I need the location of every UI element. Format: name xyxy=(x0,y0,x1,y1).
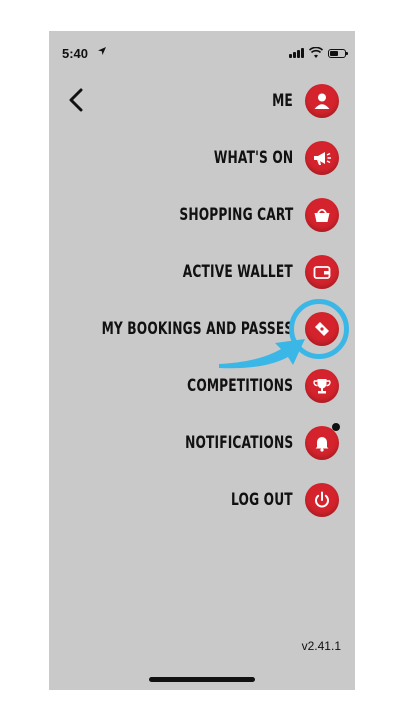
menu-item-notifications[interactable]: NOTIFICATIONS xyxy=(143,423,355,463)
menu-item-label: COMPETITIONS xyxy=(187,376,293,396)
menu-item-label: ACTIVE WALLET xyxy=(182,262,293,282)
cellular-signal-icon xyxy=(289,48,305,58)
basket-icon xyxy=(305,198,339,232)
pointer-arrow-icon xyxy=(219,339,305,369)
trophy-icon xyxy=(305,369,339,403)
menu-item-shopping-cart[interactable]: SHOPPING CART xyxy=(135,195,355,235)
megaphone-icon xyxy=(305,141,339,175)
phone-screen: 5:40 ME WHAT'S ON SHOPPING CART ACTIVE W… xyxy=(49,31,355,690)
location-arrow-icon xyxy=(97,46,107,59)
menu-item-label: SHOPPING CART xyxy=(178,205,293,225)
menu-item-label: ME xyxy=(272,91,293,111)
menu-item-label: NOTIFICATIONS xyxy=(184,433,293,453)
app-version: v2.41.1 xyxy=(301,639,341,653)
wallet-icon xyxy=(305,255,339,289)
status-bar: 5:40 xyxy=(49,31,355,71)
menu-item-whats-on[interactable]: WHAT'S ON xyxy=(183,138,355,178)
menu-item-active-wallet[interactable]: ACTIVE WALLET xyxy=(140,252,355,292)
menu-item-log-out[interactable]: LOG OUT xyxy=(207,480,355,520)
home-indicator[interactable] xyxy=(149,677,255,682)
status-time: 5:40 xyxy=(62,46,89,61)
menu-item-label: LOG OUT xyxy=(231,490,293,510)
back-button[interactable] xyxy=(61,85,91,115)
chevron-left-icon xyxy=(69,88,83,112)
person-icon xyxy=(305,84,339,118)
notification-dot xyxy=(332,423,340,431)
battery-icon xyxy=(328,49,348,58)
wifi-icon xyxy=(308,46,324,58)
bell-icon xyxy=(305,423,340,460)
menu-item-me[interactable]: ME xyxy=(264,81,355,121)
menu-item-label: WHAT'S ON xyxy=(213,148,293,168)
power-icon xyxy=(305,483,339,517)
